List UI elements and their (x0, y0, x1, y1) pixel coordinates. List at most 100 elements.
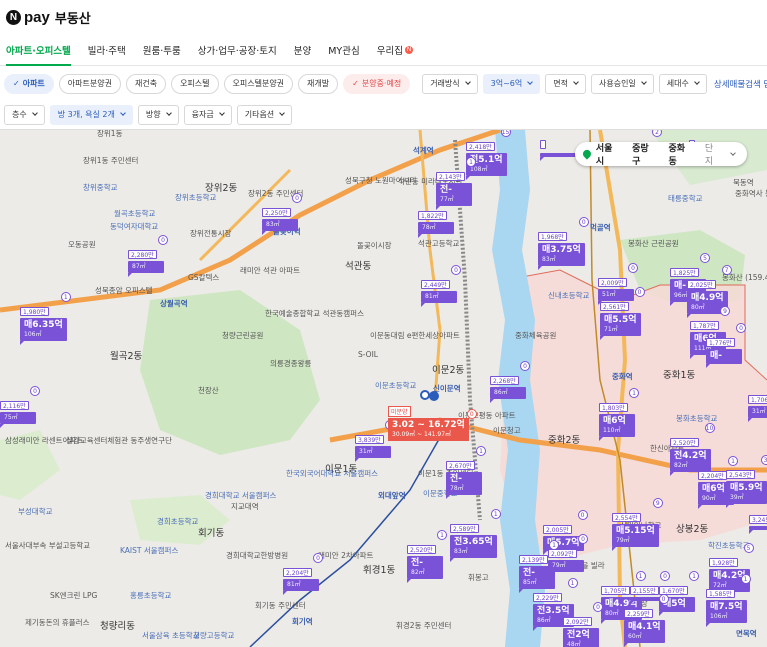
price-marker[interactable] (540, 134, 576, 161)
dropdown-loan-label: 융자금 (191, 110, 214, 119)
dropdown-price[interactable]: 3억~6억 (482, 73, 541, 94)
map-label: 이문청고 (493, 426, 521, 435)
price-marker[interactable]: 2,092만 79㎡ 0 (548, 534, 588, 576)
marker-count-badge: 1 (466, 157, 476, 167)
marker-count-badge: 1 (567, 578, 578, 588)
marker-area: 78㎡ (450, 485, 464, 492)
marker-count-badge: 1 (689, 571, 699, 581)
dropdown-households[interactable]: 세대수 (658, 73, 707, 94)
location-city[interactable]: 서울시 (596, 141, 620, 167)
chip-officetel[interactable]: 오피스텔 (171, 73, 219, 94)
nav-tab-oneroom[interactable]: 원룸·투룸 (143, 34, 181, 66)
price-marker[interactable]: 1,803만 매6억 110㎡ 1 (599, 388, 639, 441)
advanced-search-close-link[interactable]: 상세매물검색 닫기 (714, 78, 767, 90)
price-marker[interactable]: 3,839만31㎡0 (355, 420, 395, 462)
marker-tail (450, 558, 458, 562)
marker-price: 매4.9억 (691, 293, 724, 303)
price-marker[interactable]: 2,204만 81㎡ 0 (283, 553, 323, 595)
dropdown-floor[interactable]: 층수 (4, 104, 45, 125)
price-marker[interactable]: 2,250만 83㎡ 0 (262, 193, 302, 235)
price-marker[interactable]: 2,268만 86㎡ 0 (490, 361, 530, 403)
dropdown-etc-options[interactable]: 기타옵션 (236, 104, 293, 125)
chip-presale-upcoming[interactable]: ✓ 분양중·예정 (343, 73, 411, 94)
map-label: 창위중학교 (83, 183, 118, 192)
price-marker[interactable]: 2,589만 전3.65억 83㎡ 1 (450, 509, 501, 562)
marker-area: 71㎡ (604, 326, 618, 333)
marker-tail (283, 591, 291, 595)
nav-tab-commercial[interactable]: 상가·업무·공장·토지 (198, 34, 277, 66)
app-title[interactable]: 부동산 (55, 8, 91, 27)
map-canvas[interactable]: 장위1동 장위1동 주민센터 창위중학교 장위2동 장위2동 주민센터 장위초등학교 장위전… (0, 130, 767, 647)
marker-count-badge: 5 (700, 253, 710, 263)
price-marker[interactable]: 3,245만0 (749, 507, 767, 534)
map-label: 한국예술종합학교 석관동캠퍼스 (265, 309, 364, 318)
nav-tab-apartment[interactable]: 아파트·오피스텔 (6, 34, 71, 66)
marker-count-badge: 0 (578, 217, 589, 227)
map-label: 청량고등학교 (193, 631, 235, 640)
chip-reconstruction[interactable]: 재건축 (125, 73, 167, 94)
price-marker[interactable]: 2,116만 75㎡ 0 (0, 386, 40, 428)
price-marker[interactable]: 1,585만 매7.5억 106㎡ 1 (706, 574, 751, 627)
marker-count-badge: 0 (593, 602, 603, 612)
price-marker[interactable]: 2,143만 전- 77㎡ 1 (436, 157, 476, 210)
price-marker[interactable]: 2,449만 81㎡ 0 (421, 265, 461, 307)
price-marker[interactable]: 2,543만 매5.9억 39㎡ 3 (726, 455, 767, 508)
marker-unit-price: 2,449만 (421, 280, 450, 289)
price-marker[interactable]: 1,968만 매3.75억 83㎡ 0 (538, 217, 589, 270)
dropdown-price-label: 3억~6억 (490, 79, 523, 88)
map-label: 면목역 (736, 629, 757, 638)
marker-count-badge: 3 (760, 455, 767, 465)
marker-unit-price: 2,418만 (466, 142, 495, 151)
map-label: 부성대학교 (18, 507, 53, 516)
chevron-down-icon (31, 110, 38, 116)
presale-marker[interactable]: 미분양 3.02 ~ 16.72억 30.09㎡ ~ 141.97㎡ 0 (388, 399, 477, 441)
chip-redevelopment[interactable]: 재개발 (298, 73, 339, 94)
map-label: 이문동대림 e편한세상아파트 (370, 331, 460, 340)
chip-apartment-presale-right[interactable]: 아파트분양권 (58, 73, 121, 94)
nav-tab-myhome[interactable]: 우리집 N (377, 34, 413, 66)
location-gu[interactable]: 중랑구 (632, 141, 656, 167)
marker-tail (624, 643, 632, 647)
naver-n-logo[interactable]: N (6, 9, 21, 25)
marker-unit-price: 1,585만 (706, 589, 735, 598)
marker-tail (749, 530, 757, 534)
dropdown-loan[interactable]: 융자금 (183, 104, 232, 125)
nav-tab-myhome-label: 우리집 (376, 45, 403, 57)
chip-officetel-presale-right[interactable]: 오피스텔분양권 (223, 73, 294, 94)
marker-count-badge: 0 (451, 265, 461, 275)
dropdown-trade-type[interactable]: 거래방식 (422, 73, 478, 94)
price-marker[interactable]: 1,776만 매- 0 (706, 323, 746, 368)
map-label: 동덕여자대학교 (110, 222, 159, 231)
price-marker[interactable]: 2,554만 매5.15억 79㎡ 9 (612, 498, 663, 551)
map-label: 장위1동 (97, 130, 123, 138)
dropdown-area[interactable]: 면적 (545, 73, 586, 94)
nav-tab-presale[interactable]: 분양 (294, 34, 311, 66)
map-label: 신내초등학교 (548, 291, 590, 300)
marker-unit-price: 1,706만 (748, 395, 767, 404)
dropdown-direction[interactable]: 방향 (137, 104, 179, 125)
map-label: 장위초등학교 (175, 193, 217, 202)
price-marker[interactable]: 2,280만 87㎡ 0 (128, 235, 168, 277)
location-selector[interactable]: 서울시 중랑구 중화동 단지 (575, 141, 747, 167)
marker-price: 매6억 (603, 416, 626, 426)
pay-logo[interactable]: pay (24, 9, 50, 26)
marker-tail (548, 572, 556, 576)
marker-body: 79㎡ (548, 560, 584, 572)
price-marker[interactable]: 2,670만 전- 78㎡ 1 (446, 446, 486, 499)
price-marker[interactable]: 2,259만 매4.1억 60㎡ 0 (624, 594, 669, 647)
dropdown-rooms[interactable]: 방 3개, 욕실 2개 (49, 104, 133, 125)
marker-unit-price: 3,839만 (355, 435, 384, 444)
price-marker[interactable]: 2,561만 매5.5억 71㎡ 0 (600, 287, 645, 340)
nav-tab-villa[interactable]: 빌라·주택 (88, 34, 126, 66)
price-marker[interactable]: 2,092만 전2억 48㎡ 0 (563, 602, 603, 647)
chevron-down-icon (694, 79, 700, 85)
price-marker[interactable]: 1,980만 매6.35억 106㎡ 1 (20, 292, 71, 345)
location-unit[interactable]: 단지 (705, 141, 721, 167)
chip-apartment[interactable]: ✓ 아파트 (4, 73, 54, 94)
nav-tab-my[interactable]: MY관심 (328, 34, 359, 66)
filter-row-detail: 층수 방 3개, 욕실 2개 방향 융자금 기타옵션 (0, 100, 767, 130)
price-marker[interactable]: 2,520만 전- 82㎡ 1 (407, 530, 447, 583)
location-dong[interactable]: 중화동 (668, 141, 692, 167)
dropdown-approval-date[interactable]: 사용승인일 (590, 73, 654, 94)
price-marker[interactable]: 1,706만31㎡10 (748, 387, 767, 422)
